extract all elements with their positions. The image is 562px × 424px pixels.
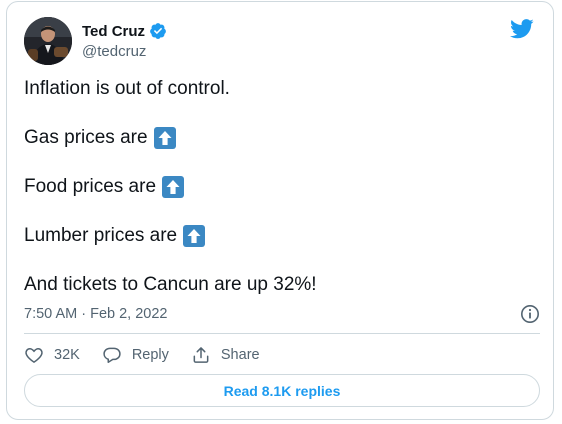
share-label: Share	[220, 347, 260, 363]
divider	[24, 333, 540, 334]
user-avatar-icon	[24, 17, 72, 65]
heart-icon	[25, 347, 43, 363]
tweet-timestamp[interactable]: 7:50 AM · Feb 2, 2022	[24, 306, 167, 322]
action-bar: 32K Reply Share	[24, 344, 282, 366]
tweet-line-inflation: Inflation is out of control.	[24, 77, 534, 101]
info-icon[interactable]	[520, 304, 540, 324]
like-count: 32K	[54, 347, 80, 363]
avatar[interactable]	[24, 17, 72, 65]
share-icon	[193, 347, 209, 363]
reply-button[interactable]: Reply	[102, 345, 169, 365]
tweet-line-food: Food prices are	[24, 175, 534, 199]
tweet-text-line: And tickets to Cancun are up 32%!	[24, 274, 317, 295]
display-name[interactable]: Ted Cruz	[82, 23, 145, 40]
up-arrow-emoji-icon	[153, 127, 176, 149]
tweet-body: Inflation is out of control. Gas prices …	[24, 77, 534, 297]
share-button[interactable]: Share	[191, 345, 260, 365]
tweet-text-line: Food prices are	[24, 176, 157, 197]
verified-badge-icon	[149, 22, 167, 40]
read-replies-button[interactable]: Read 8.1K replies	[24, 374, 540, 407]
author-handle[interactable]: @tedcruz	[82, 43, 146, 60]
up-arrow-emoji-icon	[183, 225, 206, 247]
reply-label: Reply	[131, 347, 169, 363]
tweet-line-cancun: And tickets to Cancun are up 32%!	[24, 273, 534, 297]
author-name-row[interactable]: Ted Cruz	[82, 22, 167, 40]
tweet-text-line: Gas prices are	[24, 127, 148, 148]
like-button[interactable]: 32K	[24, 345, 80, 365]
tweet-text-line: Inflation is out of control.	[24, 78, 230, 99]
up-arrow-emoji-icon	[162, 176, 185, 198]
tweet-text-line: Lumber prices are	[24, 225, 178, 246]
tweet-card: Ted Cruz @tedcruz Inflation is out of co…	[6, 1, 554, 420]
tweet-line-gas: Gas prices are	[24, 126, 534, 150]
reply-bubble-icon	[103, 347, 121, 363]
tweet-line-lumber: Lumber prices are	[24, 224, 534, 248]
twitter-bird-icon[interactable]	[510, 19, 534, 39]
timestamp-row: 7:50 AM · Feb 2, 2022	[24, 304, 540, 326]
